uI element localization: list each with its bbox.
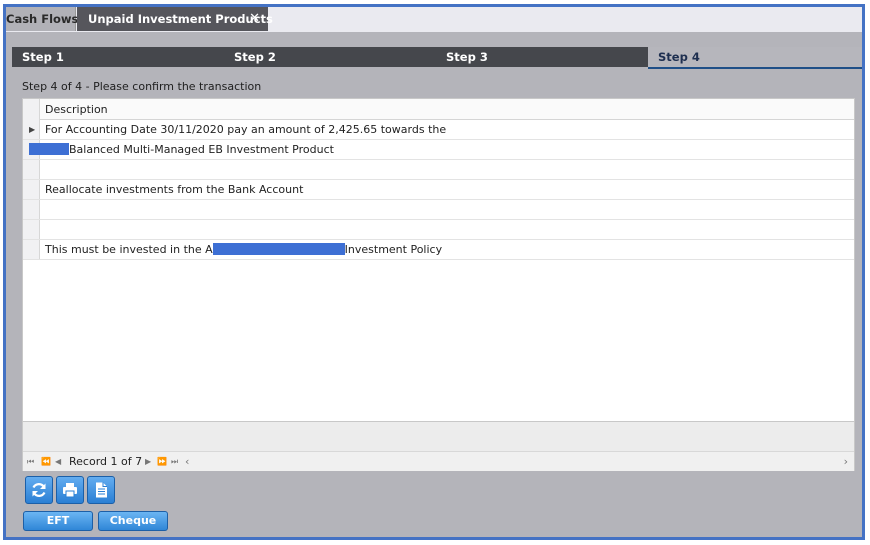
table-row[interactable] — [23, 220, 854, 240]
table-row[interactable] — [23, 200, 854, 220]
description-grid[interactable]: Description ▶ For Accounting Date 30/11/… — [22, 98, 855, 471]
refresh-button[interactable] — [25, 476, 53, 504]
description-cell: This must be invested in the A Investment… — [45, 240, 442, 260]
main-window: Cash Flows Unpaid Investment Products ✕ … — [3, 4, 865, 540]
next-record-icon[interactable]: ▶ — [145, 452, 151, 472]
column-header-description[interactable]: Description — [45, 99, 108, 120]
scroll-right-icon[interactable]: › — [844, 452, 848, 472]
cheque-button[interactable]: Cheque — [98, 511, 168, 531]
table-row[interactable]: ▶ For Accounting Date 30/11/2020 pay an … — [23, 120, 854, 140]
scroll-left-icon[interactable]: ‹ — [185, 452, 189, 472]
step-subtitle: Step 4 of 4 - Please confirm the transac… — [22, 80, 262, 93]
table-row[interactable]: Reallocate investments from the Bank Acc… — [23, 180, 854, 200]
document-icon — [96, 482, 107, 498]
tab-cash-flows[interactable]: Cash Flows — [6, 7, 78, 31]
record-count: Record 1 of 7 — [69, 455, 143, 468]
description-cell: Reallocate investments from the Bank Acc… — [45, 183, 304, 196]
grid-footer — [23, 421, 854, 451]
grid-header: Description — [23, 99, 854, 120]
description-cell: For Accounting Date 30/11/2020 pay an am… — [45, 120, 446, 140]
step-bar: Step 1 Step 2 Step 3 Step 4 — [12, 47, 862, 69]
document-button[interactable] — [87, 476, 115, 504]
tab-unpaid-investment-products[interactable]: Unpaid Investment Products ✕ — [77, 7, 273, 31]
redacted-block — [29, 143, 69, 155]
print-button[interactable] — [56, 476, 84, 504]
step-2[interactable]: Step 2 — [234, 47, 276, 67]
eft-button[interactable]: EFT — [23, 511, 93, 531]
cell-text: Balanced Multi-Managed EB Investment Pro… — [69, 143, 334, 156]
redacted-block — [212, 243, 345, 255]
table-row[interactable] — [23, 160, 854, 180]
table-row[interactable]: Balanced Multi-Managed EB Investment Pro… — [23, 140, 854, 160]
row-indicator-icon: ▶ — [29, 125, 36, 134]
active-step-underline — [648, 67, 862, 69]
table-row[interactable]: This must be invested in the A Investment… — [23, 240, 854, 260]
record-navigator: ⏮ ⏪ ◀ Record 1 of 7 ▶ ⏩ ⏭ ‹ › — [23, 451, 854, 471]
print-icon — [63, 483, 77, 498]
refresh-icon — [32, 483, 46, 497]
completed-steps-band — [12, 47, 648, 67]
last-record-icon[interactable]: ⏭ — [171, 452, 178, 472]
step-3[interactable]: Step 3 — [446, 47, 488, 67]
wizard-content: Step 1 Step 2 Step 3 Step 4 Step 4 of 4 … — [6, 32, 862, 537]
next-page-icon[interactable]: ⏩ — [157, 452, 167, 472]
previous-record-icon[interactable]: ◀ — [55, 452, 61, 472]
step-1[interactable]: Step 1 — [22, 47, 64, 67]
first-record-icon[interactable]: ⏮ — [27, 452, 34, 472]
description-cell: Balanced Multi-Managed EB Investment Pro… — [29, 140, 334, 160]
cell-text: Investment Policy — [344, 243, 443, 256]
previous-page-icon[interactable]: ⏪ — [41, 452, 51, 472]
cell-text: For Accounting Date 30/11/2020 pay an am… — [45, 123, 447, 136]
close-icon[interactable]: ✕ — [249, 7, 260, 31]
cell-text: This must be invested in the A — [45, 243, 213, 256]
tab-bar: Cash Flows Unpaid Investment Products ✕ — [6, 7, 862, 32]
tab-label: Unpaid Investment Products — [88, 12, 273, 26]
step-4[interactable]: Step 4 — [658, 47, 700, 67]
